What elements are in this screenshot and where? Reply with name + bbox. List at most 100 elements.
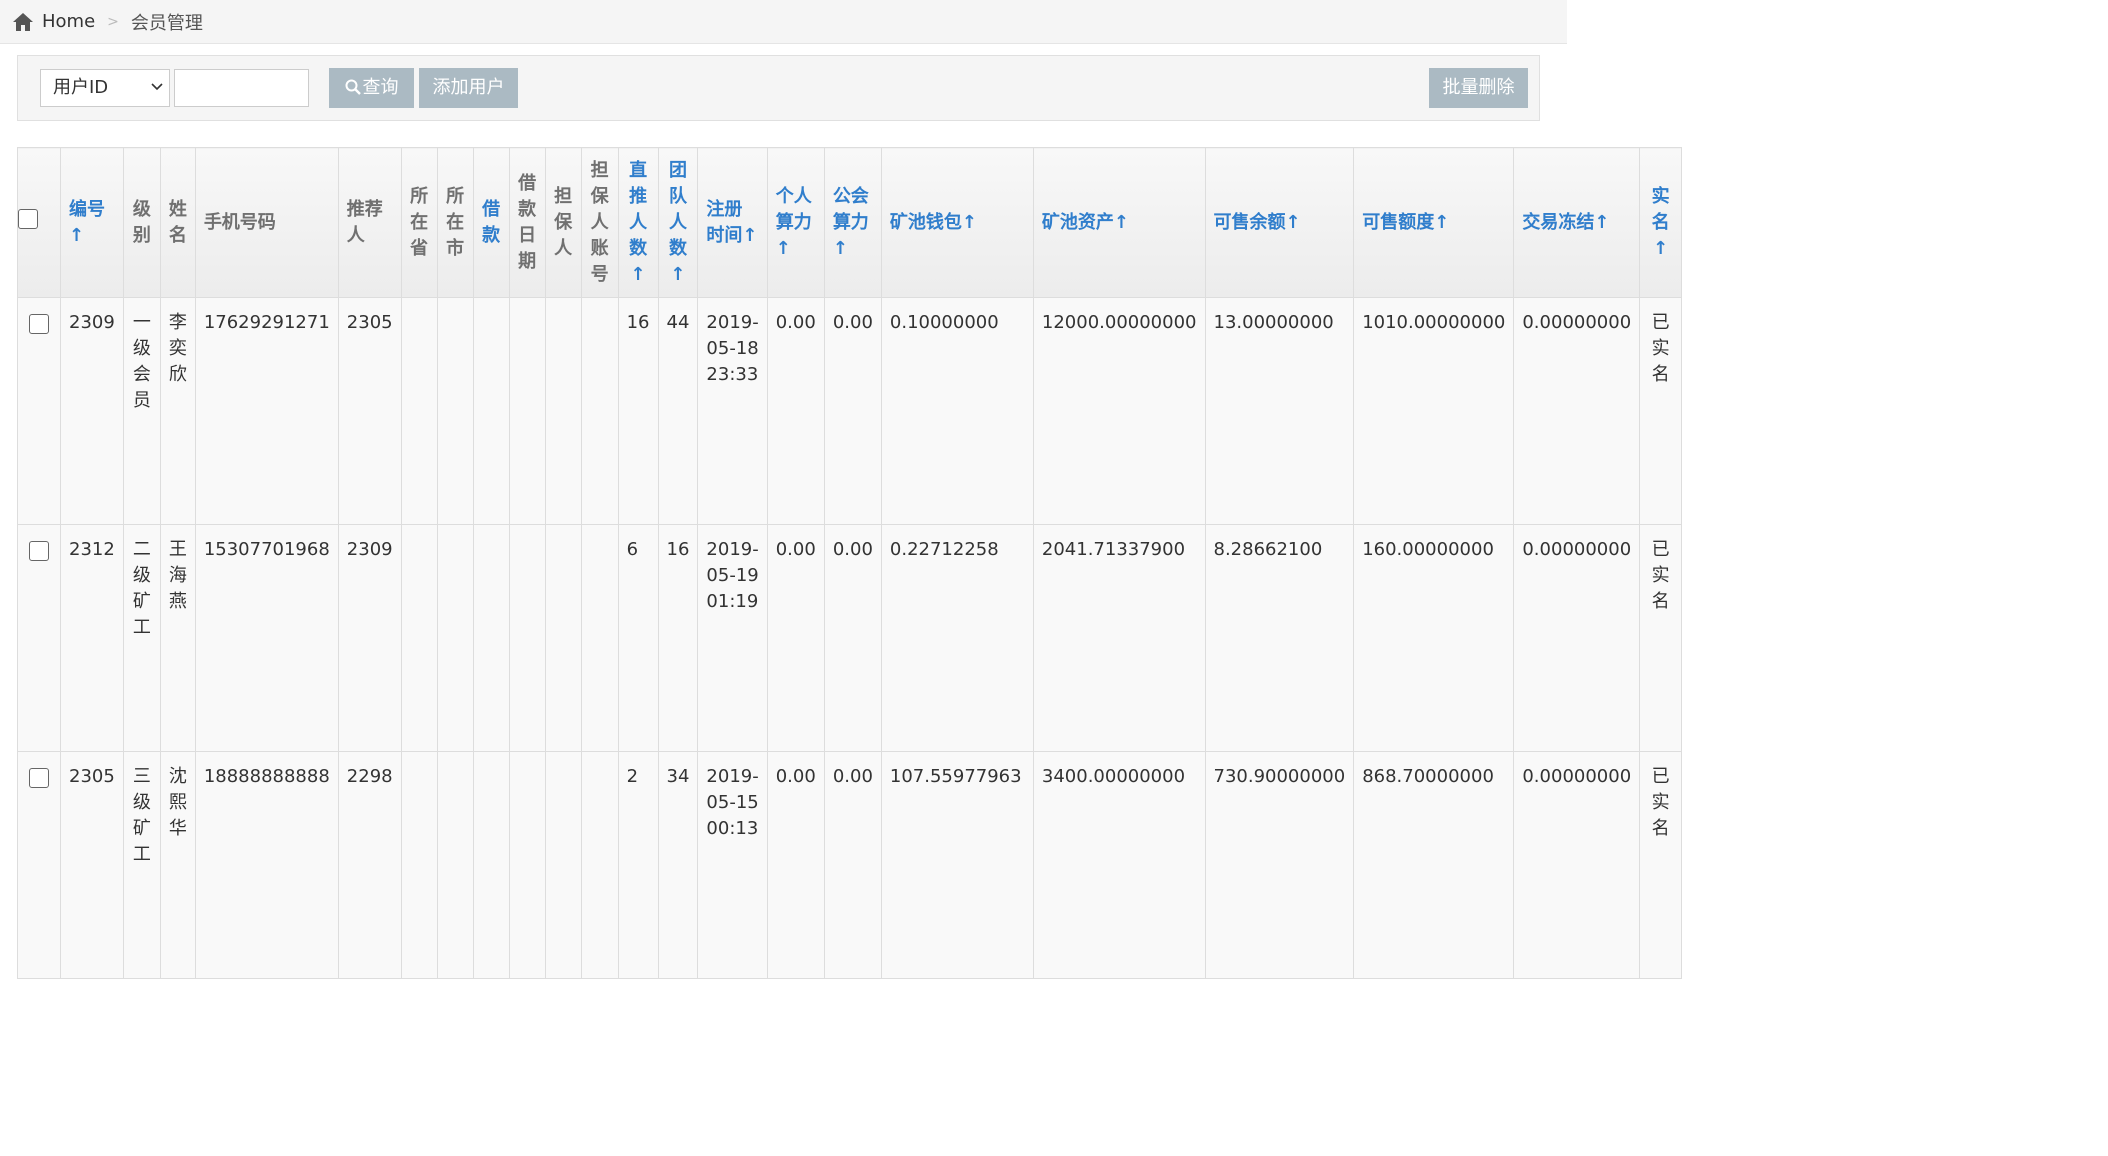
member-table: 编号↑ 级别 姓名 手机号码 推荐人 所在省 所在市 借款 借款日期 担保人 担… [17,147,1683,979]
row-checkbox[interactable] [29,541,49,561]
member-reg-time: 2019-05-18 23:33 [697,297,768,525]
chevron-down-icon [151,83,163,91]
member-level-cell: 三级矿工 [122,751,161,979]
member-personal-power: 0.00 [766,751,825,979]
col-header-province: 所在省 [400,147,438,298]
member-loan [472,751,510,979]
table-row: 2305 三级矿工 沈熙华 18888888888 2298 2 34 2019… [17,751,1683,979]
member-referrer-link[interactable]: 2309 [337,524,402,752]
member-trade-frozen: 0.00000000 [1513,524,1641,752]
member-name-cell: 王海燕 [159,524,196,752]
row-checkbox[interactable] [29,768,49,788]
row-checkbox-cell [17,524,61,752]
member-name: 沈熙华 [168,766,187,839]
col-header-id[interactable]: 编号↑ [60,147,124,298]
member-id-link[interactable]: 2312 [60,524,124,752]
col-header-trade-frozen[interactable]: 交易冻结↑ [1513,147,1641,298]
member-phone: 17629291271 [194,297,339,525]
member-loan [472,297,510,525]
member-city [436,524,474,752]
batch-delete-button[interactable]: 批量删除 [1429,68,1528,108]
col-header-team-count[interactable]: 团队人数↑ [657,147,699,298]
col-header-city-label: 所在市 [446,185,465,259]
col-header-level: 级别 [122,147,161,298]
col-header-guarantor: 担保人 [544,147,582,298]
member-pool-wallet: 107.55977963 [880,751,1034,979]
member-sellable-balance: 13.00000000 [1204,297,1355,525]
member-province [400,751,438,979]
member-guarantor-account [580,751,619,979]
col-header-guild-power[interactable]: 公会算力↑ [823,147,882,298]
col-header-sellable-balance[interactable]: 可售余额↑ [1204,147,1355,298]
member-team-count: 44 [657,297,699,525]
member-name-cell: 李奕欣 [159,297,196,525]
member-verified-status: 已实名 [1651,766,1670,839]
member-phone: 18888888888 [194,751,339,979]
member-guild-power: 0.00 [823,751,882,979]
col-header-sellable-limit[interactable]: 可售额度↑ [1353,147,1515,298]
search-button[interactable]: 查询 [329,68,414,108]
member-province [400,524,438,752]
member-direct-count-link[interactable]: 6 [617,524,659,752]
member-loan [472,524,510,752]
home-icon[interactable] [12,12,34,32]
table-row: 2312 二级矿工 王海燕 15307701968 2309 6 16 2019… [17,524,1683,752]
col-header-loan-date-label: 借款日期 [518,172,537,272]
col-header-referrer: 推荐人 [337,147,402,298]
member-city [436,751,474,979]
breadcrumb: Home > 会员管理 [0,0,1567,44]
col-header-name-label: 姓名 [168,198,187,246]
member-direct-count-link[interactable]: 2 [617,751,659,979]
member-city [436,297,474,525]
member-pool-wallet: 0.10000000 [880,297,1034,525]
member-verified-cell: 已实名 [1639,524,1683,752]
table-row: 2309 一级会员 李奕欣 17629291271 2305 16 44 201… [17,297,1683,525]
col-header-direct-count[interactable]: 直推人数↑ [617,147,659,298]
search-button-label: 查询 [362,77,399,98]
row-checkbox[interactable] [29,314,49,334]
member-sellable-balance: 730.90000000 [1204,751,1355,979]
member-reg-time: 2019-05-19 01:19 [697,524,768,752]
col-header-province-label: 所在省 [410,185,429,259]
col-header-reg-time[interactable]: 注册时间↑ [697,147,768,298]
col-header-guarantor-label: 担保人 [554,185,573,259]
member-referrer-link[interactable]: 2298 [337,751,402,979]
col-header-loan[interactable]: 借款 [472,147,510,298]
col-header-verified[interactable]: 实名↑ [1639,147,1683,298]
col-header-verified-label: 实名↑ [1651,185,1670,259]
search-field-select[interactable]: 用户ID [40,69,170,107]
search-icon [345,79,361,95]
col-header-pool-assets[interactable]: 矿池资产↑ [1032,147,1206,298]
breadcrumb-home-link[interactable]: Home [42,11,95,32]
member-verified-status: 已实名 [1651,312,1670,385]
search-input[interactable] [174,69,309,107]
col-header-direct-count-label: 直推人数↑ [629,159,648,285]
col-header-personal-power[interactable]: 个人算力↑ [766,147,825,298]
breadcrumb-separator-icon: > [107,13,119,30]
member-reg-time: 2019-05-15 00:13 [697,751,768,979]
member-name-cell: 沈熙华 [159,751,196,979]
member-guarantor [544,524,582,752]
member-guild-power: 0.00 [823,297,882,525]
add-user-button[interactable]: 添加用户 [419,68,518,108]
member-id-link[interactable]: 2305 [60,751,124,979]
member-guarantor-account [580,524,619,752]
member-pool-assets: 2041.71337900 [1032,524,1206,752]
member-guild-power: 0.00 [823,524,882,752]
member-loan-date [508,297,546,525]
member-guarantor-account [580,297,619,525]
member-name: 李奕欣 [168,312,187,385]
member-team-count: 16 [657,524,699,752]
member-personal-power: 0.00 [766,297,825,525]
member-id-link[interactable]: 2309 [60,297,124,525]
member-sellable-balance: 8.28662100 [1204,524,1355,752]
member-direct-count-link[interactable]: 16 [617,297,659,525]
member-referrer-link[interactable]: 2305 [337,297,402,525]
col-header-loan-label: 借款 [482,198,501,246]
col-header-pool-wallet[interactable]: 矿池钱包↑ [880,147,1034,298]
member-trade-frozen: 0.00000000 [1513,751,1641,979]
member-pool-assets: 3400.00000000 [1032,751,1206,979]
member-level-cell: 一级会员 [122,297,161,525]
member-loan-date [508,524,546,752]
select-all-checkbox[interactable] [18,208,38,229]
